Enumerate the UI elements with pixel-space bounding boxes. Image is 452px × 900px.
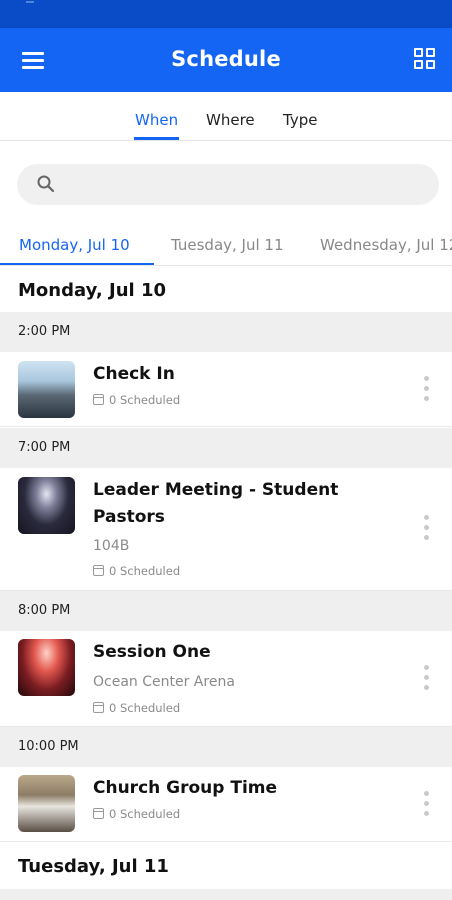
scheduled-count: 0 Scheduled [93,807,180,821]
session-location: Ocean Center Arena [93,674,235,690]
time-label: 8:00 PM [18,603,71,618]
day-tab-wednesday[interactable]: Wednesday, Jul 12 [320,236,452,254]
time-header: 2:00 PM [0,312,452,352]
scheduled-count: 0 Scheduled [93,701,180,715]
session-church-group-time[interactable]: Church Group Time 0 Scheduled [0,767,452,842]
grid-view-icon[interactable] [412,46,438,72]
day-header-label: Tuesday, Jul 11 [18,856,169,877]
signal-icon [26,0,34,3]
day-header-label: Monday, Jul 10 [18,280,167,301]
filter-tabs: When Where Type [0,92,452,141]
calendar-icon [93,808,104,819]
scheduled-count: 0 Scheduled [93,393,180,407]
page-title: Schedule [171,47,281,71]
time-header: 7:00 PM [0,428,452,468]
more-options-icon[interactable] [416,513,436,543]
active-day-indicator [0,263,154,265]
day-header: Tuesday, Jul 11 [0,843,452,889]
time-label: 2:00 PM [18,324,71,339]
session-thumbnail [18,639,75,696]
scheduled-count-text: 0 Scheduled [109,807,181,821]
session-title: Church Group Time [93,778,278,798]
session-location: 104B [93,538,130,554]
calendar-icon [93,565,104,576]
search-input[interactable] [17,164,439,205]
active-tab-indicator [134,137,179,140]
time-header [0,889,452,900]
tab-when[interactable]: When [135,111,178,129]
session-session-one[interactable]: Session One Ocean Center Arena 0 Schedul… [0,631,452,727]
scheduled-count: 0 Scheduled [93,564,180,578]
session-title: Check In [93,364,175,384]
session-check-in[interactable]: Check In 0 Scheduled [0,352,452,427]
scheduled-count-text: 0 Scheduled [109,701,181,715]
day-tab-monday[interactable]: Monday, Jul 10 [19,236,130,254]
more-options-icon[interactable] [416,789,436,819]
time-header: 8:00 PM [0,591,452,631]
status-bar [0,0,452,28]
tab-where[interactable]: Where [206,111,255,129]
session-title: Session One [93,642,211,662]
session-thumbnail [18,477,75,534]
session-thumbnail [18,361,75,418]
more-options-icon[interactable] [416,374,436,404]
scheduled-count-text: 0 Scheduled [109,564,181,578]
app-bar: Schedule [0,28,452,92]
session-leader-meeting[interactable]: Leader Meeting - Student Pastors 104B 0 … [0,468,452,591]
day-header: Monday, Jul 10 [0,267,452,313]
search-icon [37,175,55,193]
calendar-icon [93,702,104,713]
day-tab-tuesday[interactable]: Tuesday, Jul 11 [171,236,284,254]
time-header: 10:00 PM [0,727,452,767]
scheduled-count-text: 0 Scheduled [109,393,181,407]
time-label: 10:00 PM [18,739,79,754]
session-title: Leader Meeting - Student Pastors [93,480,339,527]
more-options-icon[interactable] [416,663,436,693]
time-label: 7:00 PM [18,440,71,455]
tab-type[interactable]: Type [283,111,317,129]
day-tabs: Monday, Jul 10 Tuesday, Jul 11 Wednesday… [0,228,452,266]
session-thumbnail [18,775,75,832]
calendar-icon [93,394,104,405]
